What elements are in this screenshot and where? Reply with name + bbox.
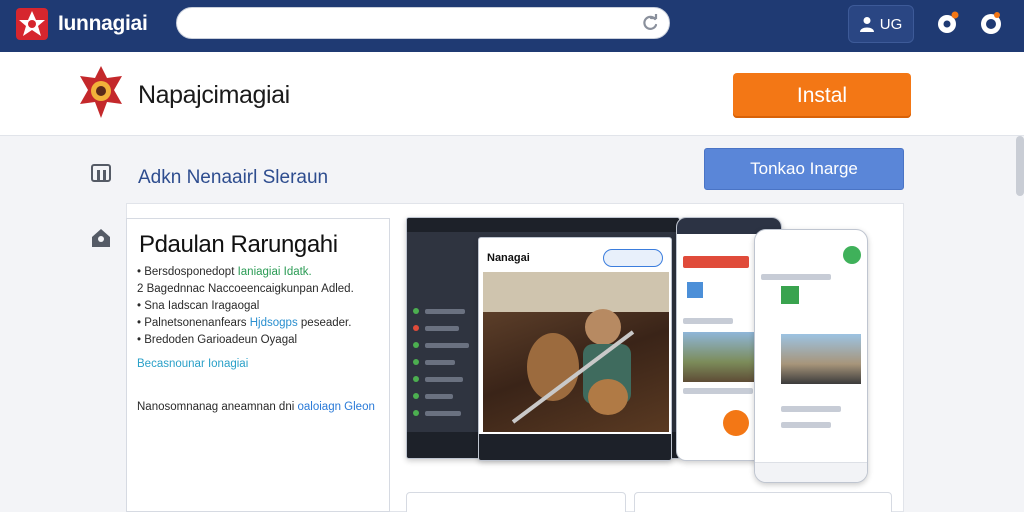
install-button[interactable]: Instal <box>733 73 911 118</box>
login-button[interactable]: UG <box>848 5 914 43</box>
reload-icon[interactable] <box>641 14 659 32</box>
description-title: Pdaulan Rarungahi <box>139 231 338 258</box>
gear-icon[interactable] <box>934 10 960 36</box>
list-item: • Bersdosponedopt Ianiagiai Idatk. <box>137 266 312 278</box>
chat-icon[interactable] <box>978 10 1004 36</box>
floating-action-button[interactable] <box>723 410 749 436</box>
screenshot-phone-detail[interactable] <box>754 229 868 483</box>
brand-logo-icon[interactable] <box>14 6 50 42</box>
list-item: • Palnetsonenanfears Hjdsogps peseader. <box>137 317 352 329</box>
list-item <box>761 274 831 280</box>
page-scrollbar[interactable] <box>1016 136 1024 196</box>
app-sidebar <box>413 304 473 423</box>
tag-icon <box>92 229 110 247</box>
screen-title: Nanagai <box>487 252 530 264</box>
list-item <box>683 388 753 394</box>
bottom-nav <box>479 434 671 460</box>
brand-name[interactable]: Iunnagiai <box>58 12 148 36</box>
browser-top-bar: Iunnagiai UG <box>0 0 1024 52</box>
status-bar <box>407 218 679 232</box>
list-item-icon <box>781 286 799 304</box>
secondary-action-button[interactable]: Tonkao Inarge <box>704 148 904 190</box>
app-title: Napajcimagiai <box>138 81 290 109</box>
section-title: Adkn Nenaairl Sleraun <box>138 167 329 188</box>
app-header: Napajcimagiai Instal <box>0 52 1024 136</box>
app-logo-icon <box>80 66 122 118</box>
description-link[interactable]: Becasnounar Ionagiai <box>137 358 248 370</box>
list-header-badge <box>683 256 749 268</box>
action-icon <box>843 246 861 264</box>
list-item: • Sna Iadscan Iragaogal <box>137 300 260 312</box>
description-card: Pdaulan Rarungahi • Bersdosponedopt Iani… <box>126 218 390 512</box>
photo-image <box>483 272 669 424</box>
list-item-icon <box>687 282 703 298</box>
list-item: 2 Bagednnac Naccoeencaigkunpan Adled. <box>137 283 354 295</box>
photo-preview <box>483 272 669 432</box>
bottom-card-right[interactable] <box>634 492 892 512</box>
address-bar[interactable] <box>176 7 670 39</box>
screenshot-main[interactable]: Nanagai <box>478 237 672 461</box>
list-image <box>683 332 765 382</box>
login-label: UG <box>879 15 903 33</box>
feature-list: • Bersdosponedopt Ianiagiai Idatk. 2 Bag… <box>137 264 354 349</box>
device-icon <box>91 164 111 182</box>
bottom-nav <box>755 462 867 482</box>
user-icon <box>859 17 874 32</box>
bottom-card-left[interactable] <box>406 492 626 512</box>
detail-image <box>781 334 861 384</box>
list-item <box>781 422 831 428</box>
description-note: Nanosomnanag aneamnan dni oaloiagn Gleon <box>137 401 375 413</box>
list-item <box>683 318 733 324</box>
screen-pill <box>603 249 663 267</box>
list-item: • Bredoden Garioadeun Oyagal <box>137 334 298 346</box>
list-item <box>781 406 841 412</box>
